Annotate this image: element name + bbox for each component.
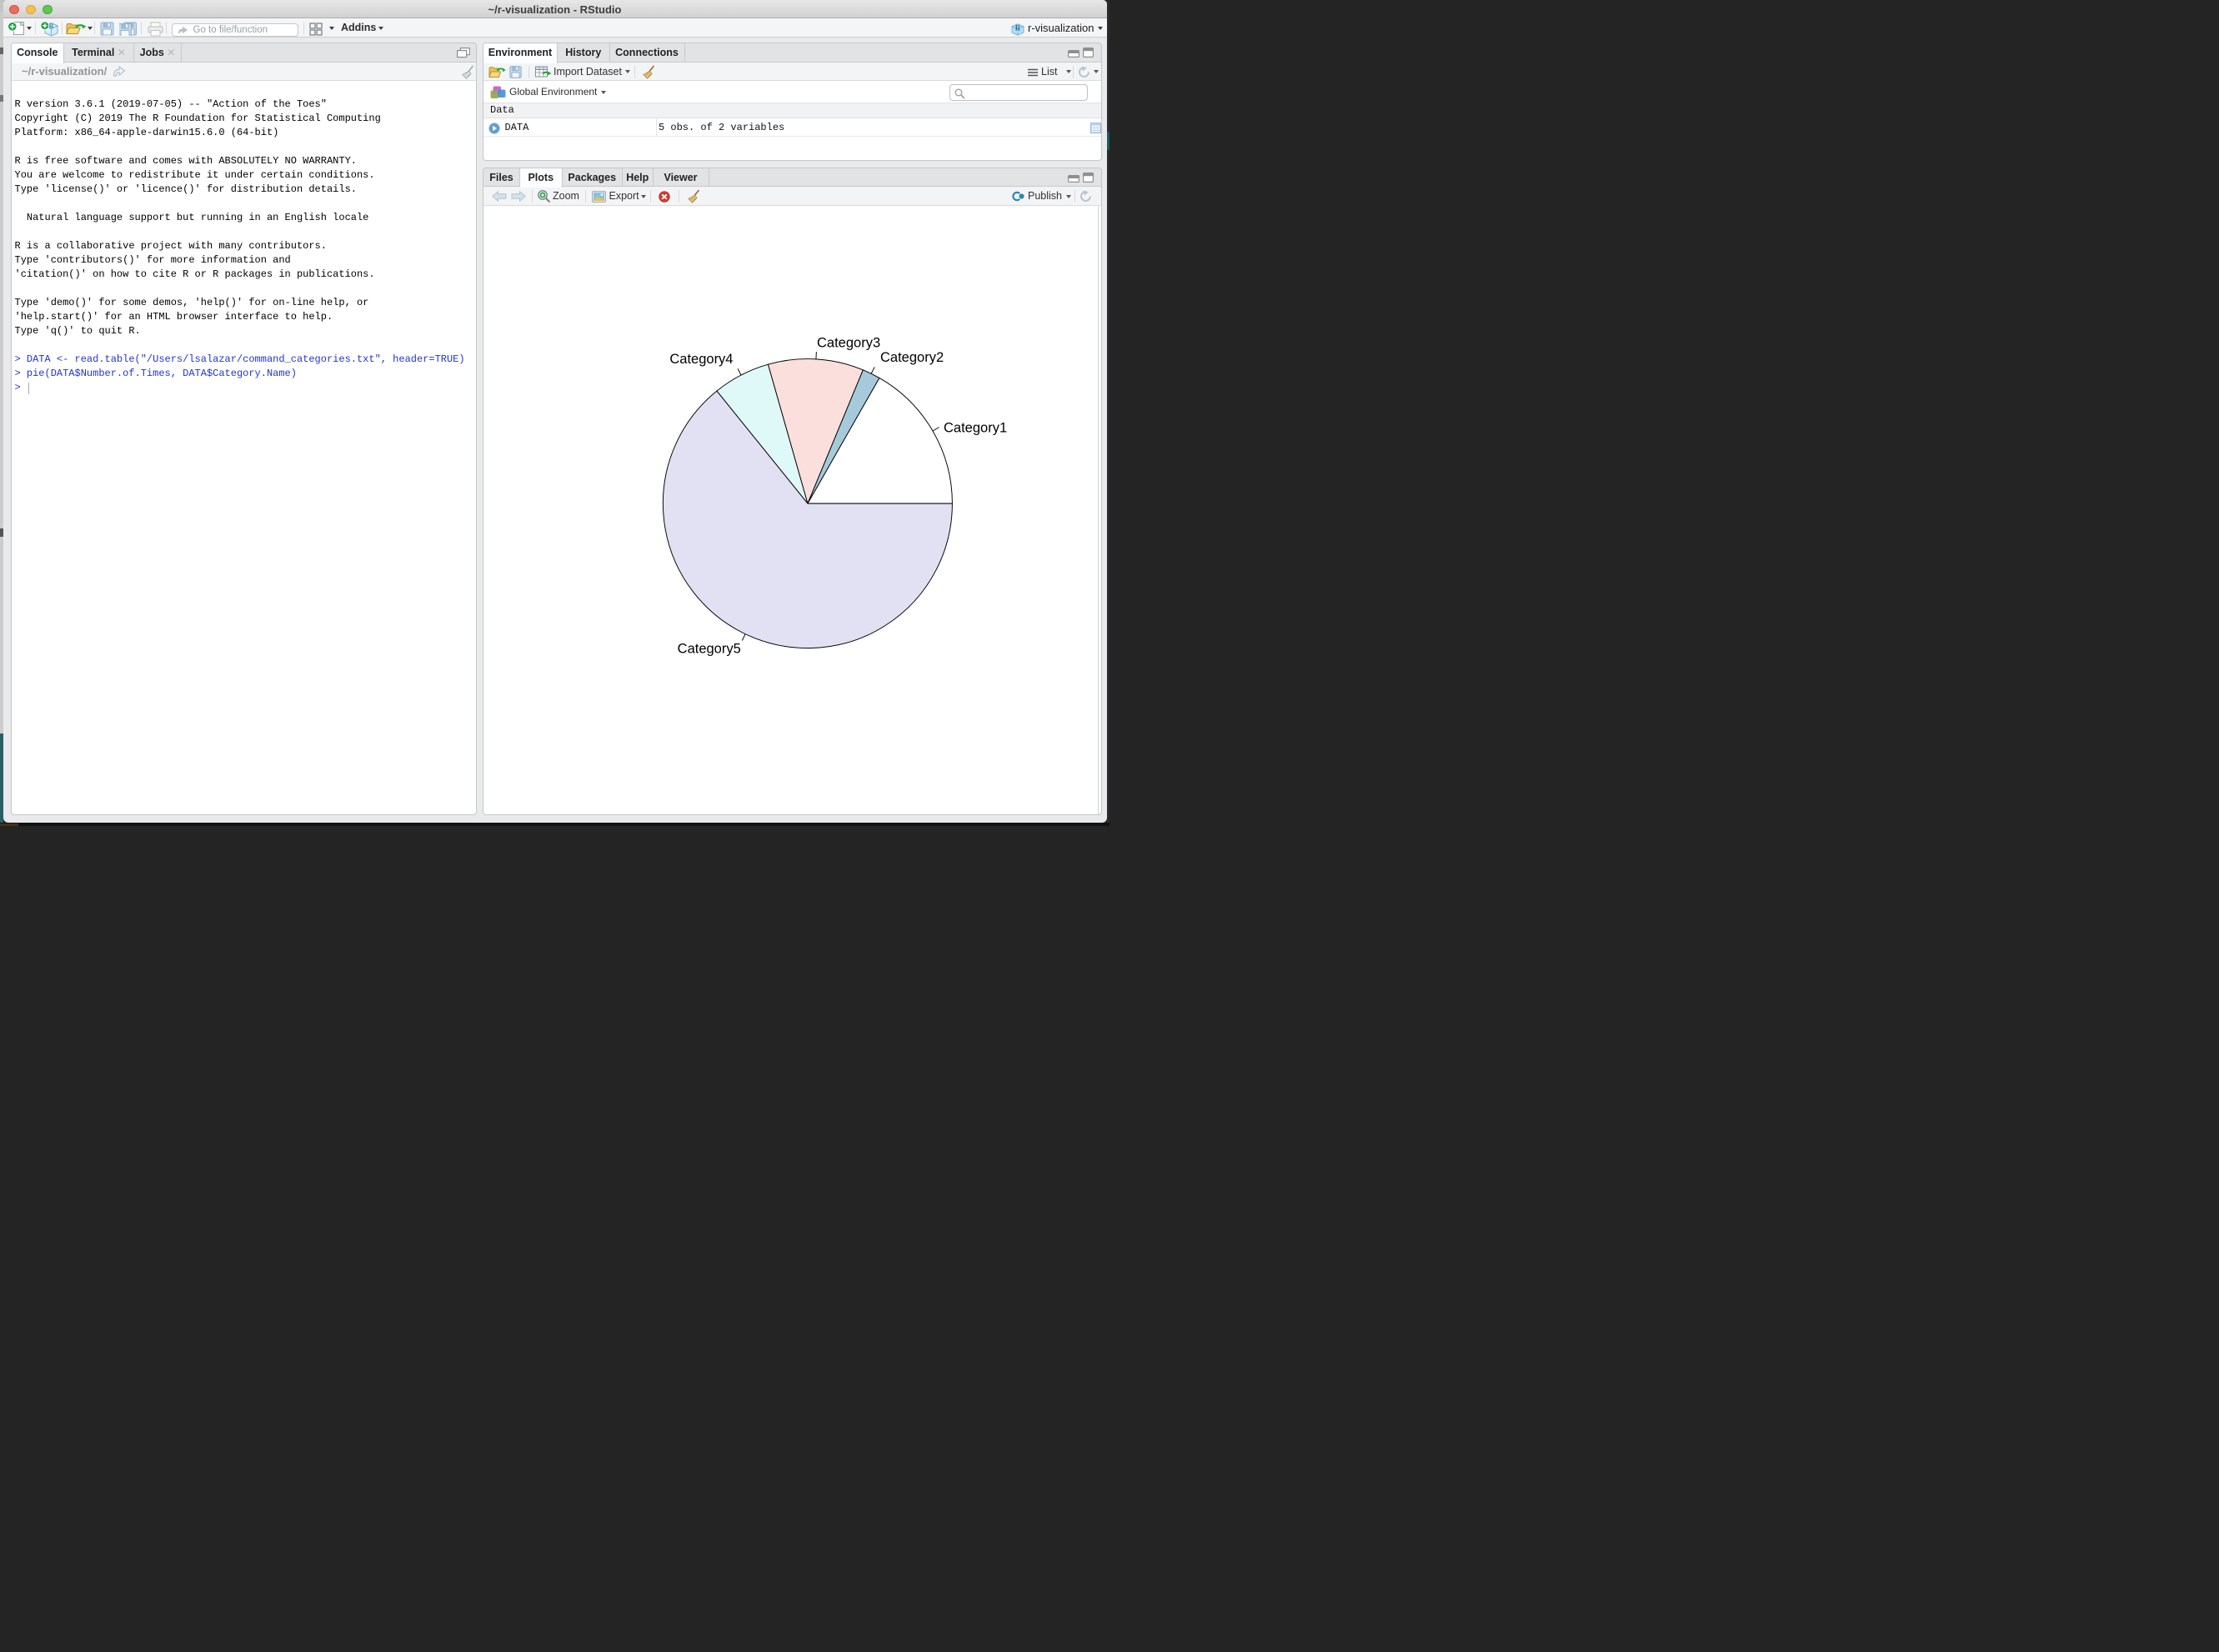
svg-text:Category4: Category4: [669, 352, 733, 367]
svg-text:Category1: Category1: [944, 420, 1007, 435]
svg-text:R: R: [48, 23, 53, 30]
svg-text:Category5: Category5: [678, 641, 741, 656]
svg-text:Category3: Category3: [817, 335, 880, 350]
svg-text:Category2: Category2: [880, 350, 944, 365]
svg-text:R: R: [1014, 24, 1020, 33]
